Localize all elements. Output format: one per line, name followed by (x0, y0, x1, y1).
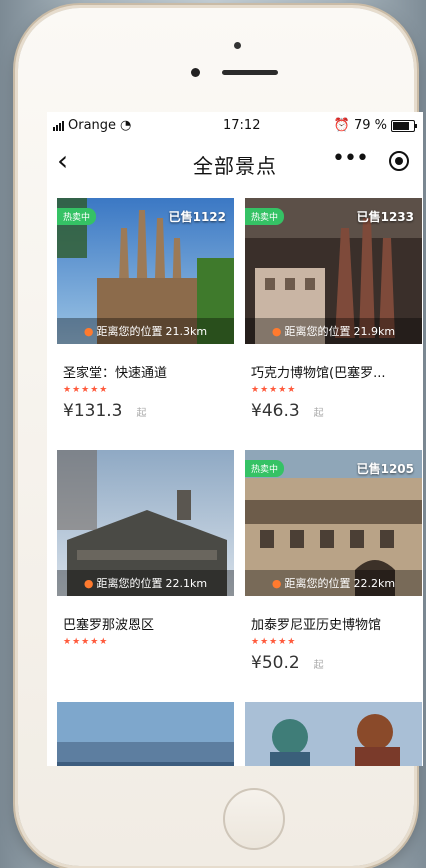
distance-label: 距离您的位置 (96, 325, 163, 338)
distance-bar: ● 距离您的位置 22.1km (57, 570, 234, 596)
price-row: ¥131.3 起 (57, 401, 234, 421)
price-suffix: 起 (313, 660, 324, 671)
location-pin-icon: ● (271, 324, 282, 338)
attraction-card[interactable] (245, 702, 422, 766)
sold-count: 已售1205 (356, 462, 414, 476)
distance-value: 22.2km (353, 576, 396, 590)
location-pin-icon: ● (83, 324, 94, 338)
distance-label: 距离您的位置 (284, 577, 351, 590)
status-bar: Orange ◔ 17:12 ⏰ 79 % (47, 112, 423, 140)
distance-value: 21.3km (165, 324, 208, 338)
hot-sale-tag: 热卖中 (57, 208, 97, 225)
attraction-image (245, 702, 422, 766)
rating-stars: ★★★★★ (251, 385, 297, 395)
sold-count: 已售1233 (356, 210, 414, 224)
attraction-image (57, 702, 234, 766)
price: ¥131.3 (63, 401, 123, 421)
rating-stars: ★★★★★ (63, 385, 109, 395)
attraction-name: 圣家堂：快速通道 (63, 366, 168, 381)
nav-bar: ‹ 全部景点 ••• (47, 140, 423, 184)
signal-icon (53, 120, 64, 131)
price: ¥46.3 (251, 401, 300, 421)
attraction-card[interactable] (57, 702, 234, 766)
distance-value: 22.1km (165, 576, 208, 590)
price-suffix: 起 (313, 408, 324, 419)
battery-percent: 79 % (353, 118, 387, 133)
distance-bar: ● 距离您的位置 21.3km (57, 318, 234, 344)
attraction-card[interactable]: ● 距离您的位置 22.1km 巴塞罗那波恩区 ★★★★★ (57, 450, 234, 647)
rating-stars: ★★★★★ (63, 637, 109, 647)
home-button[interactable] (223, 788, 285, 850)
status-battery-group: ⏰ 79 % (333, 118, 417, 133)
alarm-icon: ⏰ (333, 118, 350, 133)
distance-label: 距离您的位置 (96, 577, 163, 590)
location-pin-icon: ● (83, 576, 94, 590)
status-carrier-group: Orange ◔ (53, 118, 131, 133)
price-suffix: 起 (136, 408, 147, 419)
carrier-label: Orange (68, 118, 117, 133)
attraction-image: 热卖中 已售1233 ● 距离您的位置 21.9km (245, 198, 422, 344)
price-row: ¥46.3 起 (245, 401, 422, 421)
attraction-name: 巧克力博物馆(巴塞罗... (251, 366, 386, 381)
wifi-icon: ◔ (120, 118, 132, 133)
camera-dot (234, 42, 241, 49)
hot-sale-tag: 热卖中 (245, 208, 285, 225)
app-screen: Orange ◔ 17:12 ⏰ 79 % ‹ 全部景点 ••• 热卖中 已售1… (47, 112, 423, 766)
rating-stars: ★★★★★ (251, 637, 297, 647)
distance-value: 21.9km (353, 324, 396, 338)
sold-count: 已售1122 (168, 210, 226, 224)
distance-bar: ● 距离您的位置 22.2km (245, 570, 422, 596)
attraction-name: 加泰罗尼亚历史博物馆 (251, 618, 382, 633)
attraction-image: 热卖中 已售1205 ● 距离您的位置 22.2km (245, 450, 422, 596)
attraction-card[interactable]: 热卖中 已售1205 ● 距离您的位置 22.2km 加泰罗尼亚历史博物馆 ★★… (245, 450, 422, 673)
more-options-icon[interactable]: ••• (332, 146, 369, 171)
price-row: ¥50.2 起 (245, 653, 422, 673)
earpiece-speaker (222, 70, 278, 75)
hot-sale-tag: 热卖中 (245, 460, 285, 477)
target-icon[interactable] (389, 151, 409, 171)
location-pin-icon: ● (271, 576, 282, 590)
attraction-image: ● 距离您的位置 22.1km (57, 450, 234, 596)
battery-icon (391, 119, 417, 132)
status-time: 17:12 (223, 118, 261, 133)
attraction-card[interactable]: 热卖中 已售1122 ● 距离您的位置 21.3km 圣家堂：快速通道 ★★★★… (57, 198, 234, 421)
front-camera (191, 68, 200, 77)
attraction-image: 热卖中 已售1122 ● 距离您的位置 21.3km (57, 198, 234, 344)
distance-bar: ● 距离您的位置 21.9km (245, 318, 422, 344)
attraction-card[interactable]: 热卖中 已售1233 ● 距离您的位置 21.9km 巧克力博物馆(巴塞罗...… (245, 198, 422, 421)
distance-label: 距离您的位置 (284, 325, 351, 338)
price: ¥50.2 (251, 653, 300, 673)
attraction-name: 巴塞罗那波恩区 (63, 618, 155, 633)
